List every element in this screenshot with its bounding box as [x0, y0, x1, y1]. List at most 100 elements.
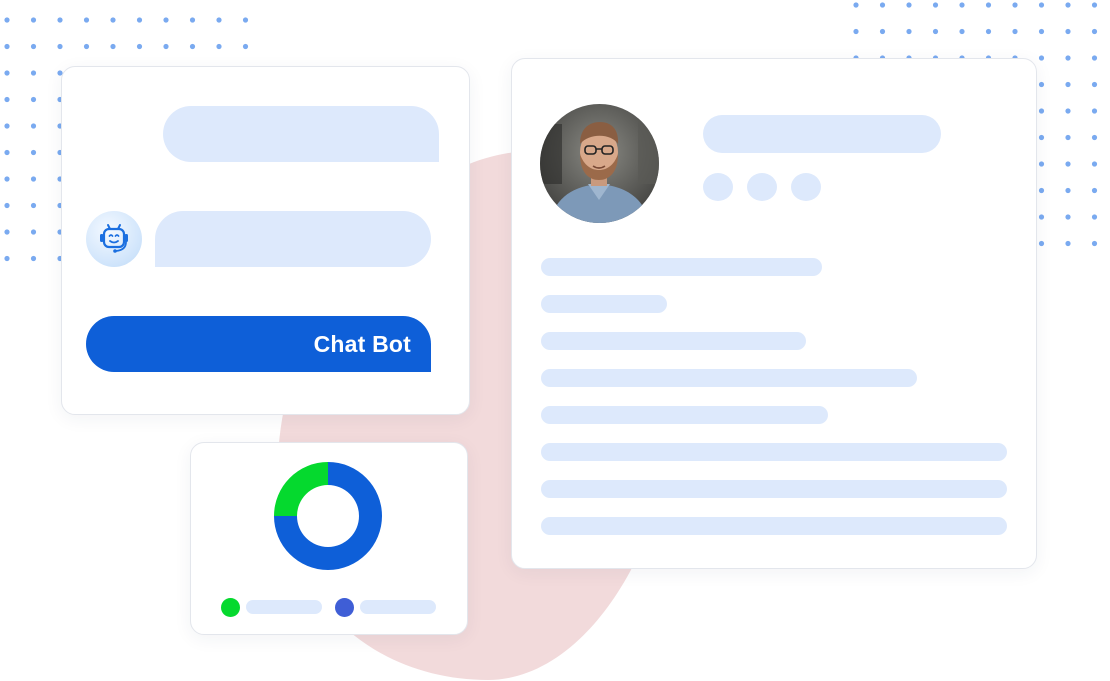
decor-dot — [30, 70, 37, 76]
decor-dot — [30, 202, 37, 209]
info-dot-2 — [747, 173, 777, 201]
decor-dot — [1065, 214, 1071, 220]
text-line-3 — [541, 332, 806, 350]
text-line-1 — [541, 258, 822, 276]
decor-dot — [1091, 2, 1098, 8]
profile-photo — [540, 104, 659, 223]
name-placeholder — [703, 115, 941, 153]
donut-chart — [274, 462, 382, 570]
decor-dot — [4, 96, 10, 103]
decor-dot — [4, 176, 10, 182]
decor-dot — [1038, 28, 1045, 35]
decor-dot — [163, 17, 169, 23]
chat-card: Chat Bot — [61, 66, 470, 415]
chat-bot-button[interactable]: Chat Bot — [86, 316, 431, 372]
text-line-7 — [541, 480, 1007, 498]
decor-dot — [985, 2, 992, 8]
profile-card — [511, 58, 1037, 569]
decor-dot — [1091, 214, 1098, 220]
decor-dot — [30, 149, 37, 156]
decor-dot — [4, 43, 10, 50]
decor-dot — [1091, 28, 1098, 35]
user-photo-icon — [540, 104, 659, 223]
decor-dot — [110, 43, 116, 50]
decor-dot — [1012, 28, 1018, 35]
decor-dot — [853, 28, 859, 35]
decor-dot — [1091, 55, 1098, 61]
decor-dot — [163, 43, 169, 50]
decor-dot — [4, 17, 10, 23]
decor-dot — [4, 70, 10, 76]
decor-dot — [30, 96, 37, 103]
legend-dot-blue — [335, 598, 354, 617]
decor-dot — [879, 28, 886, 35]
decor-dot — [1065, 161, 1071, 167]
decor-dot — [1091, 161, 1098, 167]
decor-dot — [1038, 214, 1045, 220]
decor-dot — [1038, 240, 1045, 247]
decor-dot — [83, 43, 90, 50]
text-line-2 — [541, 295, 667, 313]
robot-headset-icon — [100, 224, 128, 253]
decor-dot — [30, 43, 37, 50]
decor-dot — [216, 43, 222, 50]
decor-dot — [4, 149, 10, 156]
decor-dot — [216, 17, 222, 23]
decor-dot — [1065, 240, 1071, 247]
decor-dot — [1065, 134, 1071, 141]
text-line-4 — [541, 369, 917, 387]
decor-dot — [110, 17, 116, 23]
chat-bubble-incoming — [155, 211, 431, 267]
decor-dot — [57, 43, 63, 50]
decor-dot — [4, 123, 10, 129]
decor-dot — [30, 123, 37, 129]
decor-dot — [1012, 2, 1018, 8]
decor-dot — [853, 2, 859, 8]
decor-dot — [906, 2, 912, 8]
decor-dot — [4, 202, 10, 209]
decor-dot — [57, 17, 63, 23]
chat-bubble-outgoing — [163, 106, 439, 162]
decor-dot — [985, 28, 992, 35]
decor-dot — [83, 17, 90, 23]
decor-dot — [30, 176, 37, 182]
decor-dot — [242, 17, 249, 23]
donut-slice-1 — [274, 462, 328, 516]
text-line-6 — [541, 443, 1007, 461]
decor-dot — [1065, 2, 1071, 8]
decor-dot — [1065, 108, 1071, 114]
decor-dot — [1065, 187, 1071, 194]
decor-dot — [1091, 108, 1098, 114]
decor-dot — [30, 17, 37, 23]
decor-dot — [4, 255, 10, 262]
decor-dot — [1091, 81, 1098, 88]
decor-dot — [1091, 187, 1098, 194]
decor-dot — [1038, 81, 1045, 88]
decor-dot — [1065, 28, 1071, 35]
text-line-5 — [541, 406, 828, 424]
decor-dot — [189, 43, 196, 50]
decor-dot — [1038, 55, 1045, 61]
chart-card — [190, 442, 468, 635]
text-line-8 — [541, 517, 1007, 535]
info-dot-1 — [703, 173, 733, 201]
decor-dot — [1038, 187, 1045, 194]
info-dot-3 — [791, 173, 821, 201]
chat-bot-label: Chat Bot — [313, 330, 411, 357]
decor-dot — [959, 2, 965, 8]
decor-dot — [1038, 2, 1045, 8]
legend-label-green — [246, 600, 322, 614]
decor-dot — [1091, 240, 1098, 247]
legend-dot-green — [221, 598, 240, 617]
legend-label-blue — [360, 600, 436, 614]
bot-avatar — [86, 211, 142, 267]
decor-dot — [1065, 81, 1071, 88]
decor-dot — [879, 2, 886, 8]
decor-dot — [932, 28, 939, 35]
decor-dot — [136, 43, 143, 50]
decor-dot — [1038, 108, 1045, 114]
decor-dot — [189, 17, 196, 23]
decor-dot — [136, 17, 143, 23]
decor-dot — [4, 229, 10, 235]
decor-dot — [959, 28, 965, 35]
